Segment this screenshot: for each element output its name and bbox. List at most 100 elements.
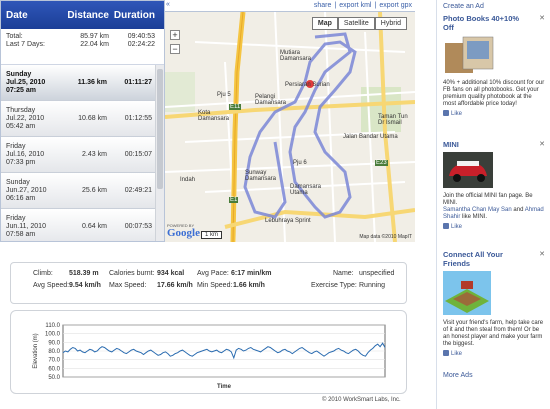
- map-roads: [165, 12, 415, 242]
- collapse-arrow-icon[interactable]: «: [166, 1, 170, 8]
- zoom-out-button[interactable]: −: [170, 44, 180, 54]
- ads-sidebar: Create an Ad Photo Books 40+10% Off ✕ 40…: [436, 0, 550, 409]
- map-scale: 1 km: [201, 231, 223, 239]
- avg-speed-value: 9.54 km/h: [69, 282, 101, 289]
- workout-duration: 01:11:27: [124, 79, 152, 86]
- workout-date: Jul.16, 2010: [6, 150, 45, 158]
- like-button[interactable]: Like: [443, 350, 545, 357]
- highway-shield: E23: [375, 160, 388, 166]
- zoom-in-button[interactable]: +: [170, 30, 180, 40]
- map-label: Persiaran Surian: [285, 82, 330, 88]
- workout-row[interactable]: Sunday Jul.25, 2010 07:25 am 11.36 km 01…: [1, 65, 156, 101]
- y-tick-label: 60.0: [48, 366, 60, 372]
- workout-distance: 0.64 km: [82, 223, 107, 230]
- share-link[interactable]: share: [314, 2, 332, 9]
- last7-label: Last 7 Days:: [6, 41, 45, 48]
- map-type-satellite[interactable]: Satellite: [337, 17, 375, 30]
- thumbs-up-icon: [443, 223, 449, 229]
- highway-shield: E11: [229, 104, 242, 110]
- route-map: « share | export kml | export gpx Map Sa…: [165, 0, 415, 242]
- export-gpx-link[interactable]: export gpx: [379, 2, 412, 9]
- workout-time: 05:42 am: [6, 122, 36, 130]
- ad-photo-books[interactable]: Photo Books 40+10% Off ✕ 40% + additiona…: [443, 14, 545, 117]
- workout-distance: 11.36 km: [77, 79, 107, 86]
- workout-day: Thursday: [6, 106, 36, 114]
- workout-distance: 25.6 km: [82, 187, 107, 194]
- workout-date: Jul.25, 2010: [6, 78, 46, 86]
- more-ads-link[interactable]: More Ads: [443, 372, 473, 379]
- map-canvas[interactable]: Map Satellite Hybrid + − Mutiara Damansa…: [165, 12, 415, 242]
- thumbs-up-icon: [443, 110, 449, 116]
- map-label: Damansara Utama: [290, 184, 322, 196]
- close-icon[interactable]: ✕: [539, 140, 545, 148]
- map-attribution[interactable]: Map data ©2010 MapIT: [359, 234, 412, 240]
- map-label: Lebuhraya Sprint: [265, 218, 311, 224]
- scrollbar-thumb[interactable]: [157, 69, 163, 189]
- avg-pace-value: 6:17 min/km: [231, 270, 272, 277]
- calories-label: Calories burnt:: [109, 270, 155, 277]
- name-value: unspecified: [359, 270, 395, 277]
- total-duration: 09:40:53: [127, 33, 155, 40]
- column-duration[interactable]: Duration: [109, 10, 159, 21]
- photobook-image[interactable]: [443, 35, 545, 77]
- avg-pace-label: Avg Pace:: [197, 270, 229, 277]
- zoom-control: + −: [170, 30, 180, 54]
- mini-car-image[interactable]: [443, 152, 545, 190]
- map-type-hybrid[interactable]: Hybrid: [374, 17, 407, 30]
- x-axis-label: Time: [217, 384, 232, 390]
- map-label: Pju 6: [293, 160, 307, 166]
- map-label: Pelangi Damansara: [255, 94, 287, 106]
- ad-title[interactable]: MINI: [443, 140, 531, 149]
- workout-stats: Climb: 518.39 m Calories burnt: 934 kcal…: [10, 262, 407, 304]
- climb-value: 518.39 m: [69, 270, 99, 277]
- google-logo[interactable]: Google: [167, 227, 200, 239]
- exercise-type-value: Running: [359, 282, 386, 289]
- climb-label: Climb:: [33, 270, 53, 277]
- avg-speed-label: Avg Speed:: [33, 282, 70, 289]
- map-type-map[interactable]: Map: [311, 17, 338, 30]
- ad-title[interactable]: Connect All Your Friends: [443, 250, 531, 268]
- workout-time: 07:33 pm: [6, 158, 36, 166]
- workout-date: Jul.22, 2010: [6, 114, 45, 122]
- name-label: Name:: [333, 270, 354, 277]
- total-distance: 85.97 km: [80, 33, 109, 40]
- map-label: Jalan Bandar Utama: [343, 134, 398, 140]
- map-label: Sunway Damansara: [245, 170, 277, 182]
- create-ad-link[interactable]: Create an Ad: [443, 3, 484, 10]
- farm-game-image[interactable]: [443, 271, 545, 317]
- export-kml-link[interactable]: export kml: [339, 2, 371, 9]
- ad-mini[interactable]: MINI ✕ Join the official MINI fan page. …: [443, 140, 545, 230]
- like-button[interactable]: Like: [443, 110, 545, 117]
- like-label: Like: [451, 111, 463, 117]
- workout-row[interactable]: Sunday Jun.27, 2010 06:16 am 25.6 km 02:…: [1, 173, 156, 209]
- column-date[interactable]: Date: [1, 10, 61, 21]
- workout-row[interactable]: Friday Jun.11, 2010 07:58 am 0.64 km 00:…: [1, 209, 156, 241]
- friend-link[interactable]: Samantha Chan May San: [443, 207, 512, 213]
- elevation-chart-svg: 110.0 100.0 90.0 80.0 70.0 60.0 50.0 Elevation …: [33, 323, 386, 390]
- workout-scrollbar[interactable]: [155, 65, 164, 241]
- ad-text: and: [513, 207, 524, 213]
- ad-title[interactable]: Photo Books 40+10% Off: [443, 14, 531, 32]
- close-icon[interactable]: ✕: [539, 250, 545, 258]
- ad-farm-game[interactable]: Connect All Your Friends ✕ Visit your fr…: [443, 250, 545, 357]
- workout-time: 06:16 am: [6, 194, 36, 202]
- workout-row[interactable]: Friday Jul.16, 2010 07:33 pm 2.43 km 00:…: [1, 137, 156, 173]
- exercise-type-label: Exercise Type:: [311, 282, 357, 289]
- workout-day: Sunday: [6, 178, 30, 186]
- copyright: © 2010 WorkSmart Labs, Inc.: [322, 397, 401, 403]
- column-distance[interactable]: Distance: [61, 10, 109, 21]
- map-label: Kota Damansara: [198, 110, 230, 122]
- workout-list-header: Date Distance Duration: [1, 1, 164, 29]
- workout-duration: 00:07:53: [124, 223, 152, 230]
- workout-time: 07:25 am: [6, 86, 36, 94]
- workout-distance: 2.43 km: [82, 151, 107, 158]
- map-type-switch: Map Satellite Hybrid: [311, 17, 407, 30]
- y-tick-label: 50.0: [48, 375, 60, 381]
- max-speed-label: Max Speed:: [109, 282, 147, 289]
- last7-duration: 02:24:22: [127, 41, 155, 48]
- close-icon[interactable]: ✕: [539, 14, 545, 22]
- workout-row[interactable]: Thursday Jul.22, 2010 05:42 am 10.68 km …: [1, 101, 156, 137]
- y-tick-label: 70.0: [48, 358, 60, 364]
- workout-date: Jun.27, 2010: [6, 186, 47, 194]
- like-button[interactable]: Like: [443, 223, 545, 230]
